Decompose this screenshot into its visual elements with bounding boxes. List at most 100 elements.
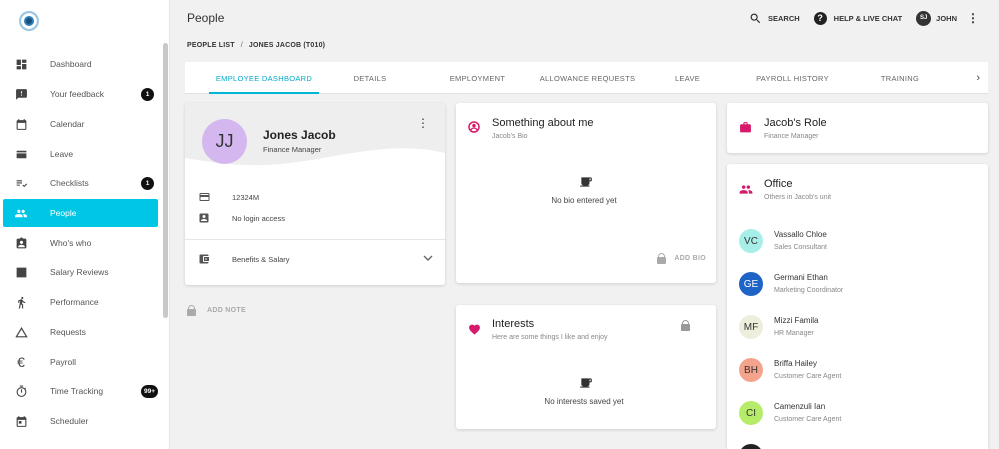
breadcrumb-root-link[interactable]: PEOPLE LIST bbox=[187, 42, 235, 49]
avatar[interactable] bbox=[739, 444, 763, 449]
tab-employee-dashboard[interactable]: EMPLOYEE DASHBOARD bbox=[209, 62, 319, 94]
role-card-subtitle: Finance Manager bbox=[764, 133, 819, 140]
sidebar-item-checklists[interactable]: Checklists 1 bbox=[3, 169, 158, 197]
profile-role: Finance Manager bbox=[263, 145, 322, 154]
person-title: Customer Care Agent bbox=[774, 416, 842, 423]
chevron-down-icon bbox=[423, 254, 433, 264]
more-vert-icon[interactable]: ⋮ bbox=[967, 11, 979, 25]
sidebar-item-label: Leave bbox=[50, 149, 74, 159]
person-title: Marketing Coordinator bbox=[774, 287, 844, 294]
benefits-salary-expander[interactable]: Benefits & Salary bbox=[185, 249, 445, 269]
face-icon bbox=[468, 120, 480, 133]
list-item[interactable]: BH Briffa Hailey Customer Care Agent bbox=[739, 356, 979, 386]
add-bio-button[interactable]: ADD BIO bbox=[657, 253, 706, 264]
tab-bar: EMPLOYEE DASHBOARD DETAILS EMPLOYMENT AL… bbox=[185, 62, 988, 94]
bio-card-subtitle: Jacob's Bio bbox=[492, 133, 528, 140]
interests-card-subtitle: Here are some things I like and enjoy bbox=[492, 334, 608, 341]
person-title: HR Manager bbox=[774, 330, 814, 337]
tab-employment[interactable]: EMPLOYMENT bbox=[435, 62, 520, 94]
bio-empty-message: No bio entered yet bbox=[551, 196, 617, 205]
heart-icon bbox=[468, 322, 481, 335]
sidebar-item-label: Requests bbox=[50, 327, 86, 337]
contact-card-icon bbox=[13, 235, 29, 251]
feedback-icon bbox=[13, 86, 29, 102]
lock-icon bbox=[657, 253, 667, 264]
sidebar-item-label: Who's who bbox=[50, 238, 92, 248]
help-chat-button[interactable]: ? HELP & LIVE CHAT bbox=[813, 11, 902, 25]
sidebar-item-payroll[interactable]: € Payroll bbox=[3, 348, 158, 376]
lock-icon[interactable] bbox=[681, 320, 690, 331]
profile-name: Jones Jacob bbox=[263, 128, 336, 142]
sidebar-item-people[interactable]: People bbox=[3, 199, 158, 227]
company-logo[interactable] bbox=[19, 11, 39, 31]
sidebar-scrollbar[interactable] bbox=[163, 43, 168, 318]
lock-icon bbox=[187, 305, 196, 316]
calendar-icon bbox=[13, 116, 29, 132]
breadcrumb-current: JONES JACOB (T010) bbox=[248, 42, 326, 49]
sidebar-item-requests[interactable]: Requests bbox=[3, 318, 158, 346]
sidebar-item-feedback[interactable]: Your feedback 1 bbox=[3, 80, 158, 108]
sidebar-item-salary-reviews[interactable]: Salary Reviews bbox=[3, 258, 158, 286]
dashboard-icon bbox=[13, 56, 29, 72]
runner-icon bbox=[13, 294, 29, 310]
sidebar-item-label: Time Tracking bbox=[50, 386, 104, 396]
tab-payroll-history[interactable]: PAYROLL HISTORY bbox=[745, 62, 840, 94]
sidebar-item-label: Scheduler bbox=[50, 416, 89, 426]
coffee-icon bbox=[579, 175, 593, 187]
user-menu[interactable]: SJ JOHN ⋮ bbox=[916, 10, 979, 26]
avatar: CI bbox=[739, 401, 763, 425]
help-icon: ? bbox=[813, 11, 827, 25]
triangle-icon bbox=[13, 324, 29, 340]
avatar: GE bbox=[739, 272, 763, 296]
sidebar-item-time-tracking[interactable]: Time Tracking 99+ bbox=[3, 377, 158, 405]
user-name: JOHN bbox=[936, 13, 957, 23]
avatar: MF bbox=[739, 315, 763, 339]
office-card-title: Office bbox=[764, 178, 793, 190]
sidebar-item-label: Your feedback bbox=[50, 89, 105, 99]
sidebar-item-label: Performance bbox=[50, 297, 99, 307]
list-item[interactable]: GE Germani Ethan Marketing Coordinator bbox=[739, 270, 979, 300]
sidebar-item-label: People bbox=[50, 208, 77, 218]
list-item[interactable]: MF Mizzi Famila HR Manager bbox=[739, 313, 979, 343]
list-item[interactable]: VC Vassallo Chloe Sales Consultant bbox=[739, 227, 979, 257]
interests-card-title: Interests bbox=[492, 318, 535, 330]
search-label: SEARCH bbox=[768, 13, 800, 23]
sidebar-item-calendar[interactable]: Calendar bbox=[3, 110, 158, 138]
briefcase-icon bbox=[739, 120, 752, 133]
list-item[interactable]: CI Camenzuli Ian Customer Care Agent bbox=[739, 399, 979, 429]
sidebar-item-dashboard[interactable]: Dashboard bbox=[3, 50, 158, 78]
tab-leave[interactable]: LEAVE bbox=[660, 62, 715, 94]
bio-card-title: Something about me bbox=[492, 117, 594, 129]
person-name: Briffa Hailey bbox=[774, 359, 817, 368]
login-access-status: No login access bbox=[232, 213, 285, 223]
sidebar-item-scheduler[interactable]: Scheduler bbox=[3, 407, 158, 435]
search-icon bbox=[748, 11, 762, 25]
add-note-button[interactable]: ADD NOTE bbox=[187, 305, 246, 316]
divider bbox=[185, 239, 445, 240]
tab-allowance-requests[interactable]: ALLOWANCE REQUESTS bbox=[530, 62, 645, 94]
profile-avatar: JJ bbox=[202, 119, 247, 164]
office-card: Office Others in Jacob's unit VC Vassall… bbox=[727, 164, 988, 449]
employee-code: 12324M bbox=[232, 192, 260, 202]
notification-badge: 1 bbox=[141, 87, 154, 101]
avatar: SJ bbox=[916, 10, 932, 26]
avatar: VC bbox=[739, 229, 763, 253]
benefits-salary-label: Benefits & Salary bbox=[232, 254, 290, 264]
scheduler-icon bbox=[13, 413, 29, 429]
sidebar-item-performance[interactable]: Performance bbox=[3, 288, 158, 316]
person-name: Vassallo Chloe bbox=[774, 230, 827, 239]
tab-training[interactable]: TRAINING bbox=[870, 62, 930, 94]
search-button[interactable]: SEARCH bbox=[748, 11, 800, 25]
tab-details[interactable]: DETAILS bbox=[340, 62, 400, 94]
sidebar-item-whos-who[interactable]: Who's who bbox=[3, 229, 158, 257]
sidebar-item-leave[interactable]: Leave bbox=[3, 140, 158, 168]
add-note-label: ADD NOTE bbox=[207, 307, 246, 314]
more-vert-icon[interactable]: ⋮ bbox=[417, 116, 429, 130]
interests-card: Interests Here are some things I like an… bbox=[456, 305, 716, 429]
euro-icon: € bbox=[17, 354, 25, 370]
chevron-right-icon[interactable]: › bbox=[976, 62, 980, 94]
account-box-icon bbox=[197, 211, 211, 225]
sidebar-item-label: Calendar bbox=[50, 119, 85, 129]
checklist-icon bbox=[13, 175, 29, 191]
office-card-subtitle: Others in Jacob's unit bbox=[764, 194, 832, 201]
